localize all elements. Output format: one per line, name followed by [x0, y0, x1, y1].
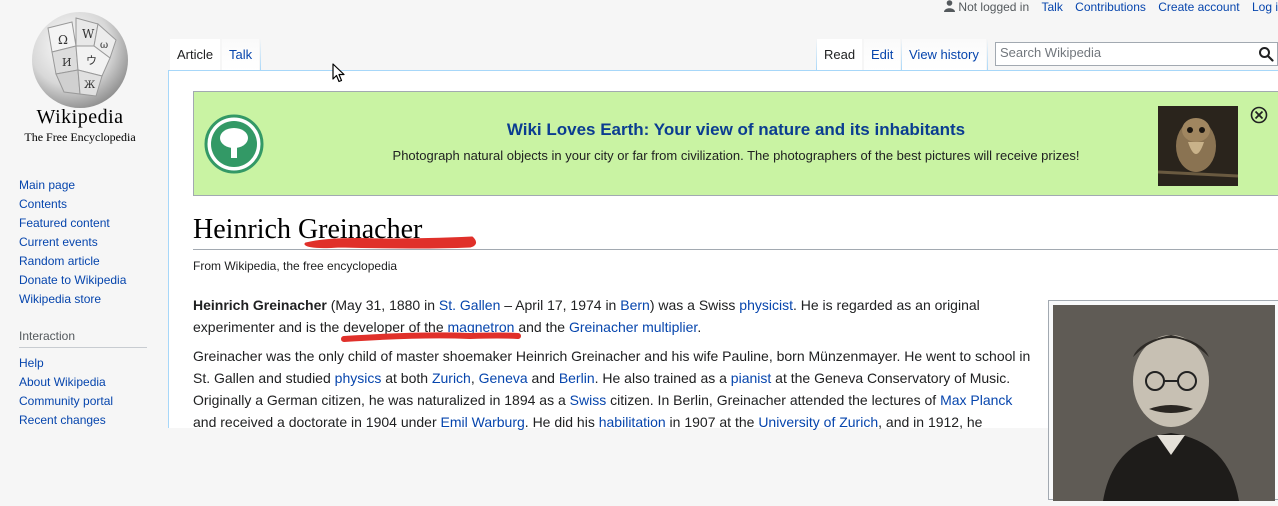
link-geneva[interactable]: Geneva: [479, 370, 528, 386]
link-physicist[interactable]: physicist: [739, 297, 793, 313]
text-run: ) was a Swiss: [649, 297, 740, 313]
mouse-cursor-icon: [332, 63, 345, 83]
infobox: [1048, 300, 1278, 501]
svg-text:ウ: ウ: [86, 54, 97, 67]
nav-current-events[interactable]: Current events: [19, 235, 98, 249]
svg-text:Ж: Ж: [84, 80, 96, 91]
contributions-link[interactable]: Contributions: [1075, 0, 1146, 14]
tab-edit[interactable]: Edit: [864, 39, 901, 71]
link-greinacher-multiplier[interactable]: Greinacher multiplier: [569, 319, 697, 335]
tab-article[interactable]: Article: [170, 39, 221, 71]
link-zurich[interactable]: Zurich: [432, 370, 471, 386]
wikipedia-tagline: The Free Encyclopedia: [24, 130, 136, 144]
user-icon: [944, 0, 956, 12]
banner-title[interactable]: Wiki Loves Earth: Your view of nature an…: [194, 120, 1278, 140]
nav-wikipedia-store[interactable]: Wikipedia store: [19, 292, 101, 306]
navigation-list: Main page Contents Featured content Curr…: [0, 176, 160, 309]
link-st-gallen[interactable]: St. Gallen: [439, 297, 500, 313]
search-input[interactable]: [996, 43, 1254, 62]
svg-text:Ω: Ω: [58, 33, 68, 47]
svg-text:И: И: [62, 56, 72, 69]
text-run: and: [527, 370, 559, 386]
text-run: (May 31, 1880 in: [326, 297, 439, 313]
text-run: . He also trained as a: [594, 370, 731, 386]
create-account-link[interactable]: Create account: [1158, 0, 1239, 14]
text-run: at both: [381, 370, 432, 386]
content-area: Wiki Loves Earth: Your view of nature an…: [168, 71, 1278, 501]
tab-separator: [987, 39, 988, 71]
svg-text:ω: ω: [100, 40, 108, 51]
owl-photo: [1158, 106, 1238, 186]
personal-talk-link[interactable]: Talk: [1041, 0, 1062, 14]
nav-about-wikipedia[interactable]: About Wikipedia: [19, 375, 106, 389]
site-subtitle: From Wikipedia, the free encyclopedia: [193, 259, 398, 273]
link-pianist[interactable]: pianist: [731, 370, 771, 386]
text-run: – April 17, 1974 in: [500, 297, 621, 313]
interaction-heading: Interaction: [19, 329, 147, 348]
link-swiss[interactable]: Swiss: [570, 392, 607, 408]
nav-contents[interactable]: Contents: [19, 197, 67, 211]
search-box: [995, 42, 1278, 66]
article-paragraph-1: Heinrich Greinacher (May 31, 1880 in St.…: [193, 294, 1033, 338]
tab-view-history[interactable]: View history: [902, 39, 986, 71]
nav-donate[interactable]: Donate to Wikipedia: [19, 273, 126, 287]
nav-help[interactable]: Help: [19, 356, 44, 370]
text-run: and the: [514, 319, 569, 335]
not-logged-in-text: Not logged in: [958, 0, 1030, 14]
text-run: .: [697, 319, 702, 335]
globe-logo-icon: Ω W И ウ ω Ж: [32, 12, 128, 108]
tab-separator: [260, 39, 261, 71]
text-run: ,: [470, 370, 479, 386]
nav-recent-changes[interactable]: Recent changes: [19, 413, 106, 427]
svg-text:W: W: [82, 27, 95, 41]
campaign-banner[interactable]: Wiki Loves Earth: Your view of nature an…: [193, 91, 1278, 196]
text-run: citizen. In Berlin, Greinacher attended …: [606, 392, 941, 408]
nav-random-article[interactable]: Random article: [19, 254, 100, 268]
article-subject: Heinrich Greinacher: [193, 297, 327, 313]
tab-talk[interactable]: Talk: [222, 39, 260, 71]
link-berlin[interactable]: Berlin: [559, 370, 595, 386]
nav-community-portal[interactable]: Community portal: [19, 394, 113, 408]
tab-read[interactable]: Read: [817, 39, 863, 71]
link-physics[interactable]: physics: [335, 370, 382, 386]
page-title: Heinrich Greinacher: [193, 211, 1278, 250]
wikipedia-wordmark: Wikipedia: [36, 106, 124, 128]
link-max-planck[interactable]: Max Planck: [940, 392, 1012, 408]
nav-featured-content[interactable]: Featured content: [19, 216, 110, 230]
article-paragraph-2: Greinacher was the only child of master …: [193, 345, 1033, 433]
sidebar: Main page Contents Featured content Curr…: [0, 176, 160, 430]
link-magnetron[interactable]: magnetron: [448, 319, 515, 335]
link-bern[interactable]: Bern: [620, 297, 650, 313]
search-icon[interactable]: [1258, 46, 1274, 62]
portrait-photo[interactable]: [1053, 305, 1275, 501]
nav-main-page[interactable]: Main page: [19, 178, 75, 192]
interaction-list: Help About Wikipedia Community portal Re…: [0, 354, 160, 430]
close-icon[interactable]: [1250, 106, 1268, 124]
log-in-link[interactable]: Log i: [1252, 0, 1278, 14]
banner-text: Photograph natural objects in your city …: [392, 148, 1080, 163]
personal-tools: Not logged in Talk Contributions Create …: [944, 0, 1278, 18]
wikipedia-logo[interactable]: Ω W И ウ ω Ж Wikipedia The Free Encyclope…: [0, 0, 160, 160]
